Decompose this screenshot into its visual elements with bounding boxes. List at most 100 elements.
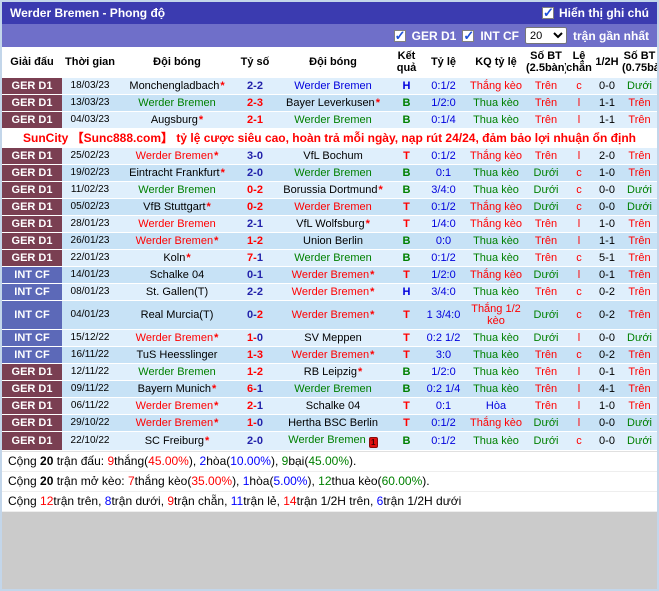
odds-result: Thua kèo <box>466 250 526 267</box>
ad-banner-row[interactable]: SunCity 【Sunc888.com】 tỷ lệ cược siêu ca… <box>2 129 657 148</box>
match-result: B <box>392 250 421 267</box>
handicap-odds: 0:1 <box>421 165 466 182</box>
odds-result: Thua kèo <box>466 347 526 364</box>
column-header: Thời gian <box>62 47 118 78</box>
away-score: 2 <box>257 309 263 321</box>
team-name: Werder Bremen <box>294 114 371 126</box>
parity-odd-even: c <box>566 284 592 301</box>
goals-over-under-0-75: Trên <box>622 284 657 301</box>
favorite-star-icon: * <box>358 366 362 378</box>
favorite-star-icon: * <box>186 252 190 264</box>
filter-ger-d1-label: GER D1 <box>412 29 457 43</box>
away-score: 0 <box>257 332 263 344</box>
show-notes-label: Hiển thị ghi chú <box>559 6 649 20</box>
match-count-select[interactable]: 20 <box>525 27 567 44</box>
goals-over-under-0-75: Trên <box>622 250 657 267</box>
favorite-star-icon: * <box>376 97 380 109</box>
league-badge: GER D1 <box>2 148 62 165</box>
summary-segment: 35.00% <box>191 474 232 488</box>
handicap-odds: 0:1/4 <box>421 112 466 129</box>
match-row: GER D126/01/23Werder Bremen*1-2Union Ber… <box>2 233 657 250</box>
handicap-odds: 0:1/2 <box>421 250 466 267</box>
summary-segment: hòa( <box>249 474 273 488</box>
summary-segment: 12 <box>40 494 53 508</box>
summary-segment: trận 1/2H trên, <box>297 494 377 508</box>
home-team: Eintracht Frankfurt* <box>118 165 236 182</box>
score: 2-2 <box>236 284 274 301</box>
odds-result: Thua kèo <box>466 165 526 182</box>
favorite-star-icon: * <box>207 201 211 213</box>
parity-odd-even: c <box>566 432 592 451</box>
summary-segment: trận chẵn, <box>174 494 231 508</box>
match-date: 05/02/23 <box>62 199 118 216</box>
parity-odd-even: l <box>566 95 592 112</box>
favorite-star-icon: * <box>214 150 218 162</box>
league-badge: GER D1 <box>2 398 62 415</box>
match-result: B <box>392 364 421 381</box>
match-result: H <box>392 78 421 95</box>
half-time-score: 0-0 <box>592 330 622 347</box>
filter-int-cf-checkbox[interactable] <box>462 30 474 42</box>
team-name: Hertha BSC Berlin <box>288 417 378 429</box>
filter-ger-d1-checkbox[interactable] <box>394 30 406 42</box>
favorite-star-icon: * <box>214 332 218 344</box>
goals-over-under-2-5: Dưới <box>526 182 566 199</box>
team-name: Borussia Dortmund <box>283 184 377 196</box>
goals-over-under-2-5: Trên <box>526 95 566 112</box>
summary-segment: trận dưới, <box>111 494 167 508</box>
summary-segment: 14 <box>283 494 296 508</box>
goals-over-under-2-5: Trên <box>526 381 566 398</box>
score: 6-1 <box>236 381 274 398</box>
summary-segment: Cộng <box>8 474 40 488</box>
home-team: Werder Bremen* <box>118 398 236 415</box>
odds-result: Thua kèo <box>466 381 526 398</box>
odds-result: Thắng kèo <box>466 415 526 432</box>
score: 2-0 <box>236 165 274 182</box>
team-name: Monchengladbach <box>129 80 219 92</box>
team-name: Werder Bremen <box>138 184 215 196</box>
handicap-odds: 3/4:0 <box>421 284 466 301</box>
match-row: GER D122/10/22SC Freiburg*2-0Werder Brem… <box>2 432 657 451</box>
match-date: 22/01/23 <box>62 250 118 267</box>
summary-segment: 11 <box>231 494 243 508</box>
handicap-odds: 3:0 <box>421 347 466 364</box>
match-date: 19/02/23 <box>62 165 118 182</box>
summary-segment: trận 1/2H dưới <box>383 494 461 508</box>
team-name: VfL Bochum <box>303 150 363 162</box>
away-score: 0 <box>257 417 263 429</box>
summary-segment: ). <box>349 454 356 468</box>
team-name: TuS Heesslinger <box>137 349 218 361</box>
match-date: 29/10/22 <box>62 415 118 432</box>
parity-odd-even: l <box>566 233 592 250</box>
favorite-star-icon: * <box>199 114 203 126</box>
match-result: T <box>392 347 421 364</box>
goals-over-under-2-5: Dưới <box>526 165 566 182</box>
score: 1-2 <box>236 233 274 250</box>
summary-segment: 12 <box>318 474 331 488</box>
away-team: VfL Bochum <box>274 148 392 165</box>
favorite-star-icon: * <box>366 218 370 230</box>
team-name: Werder Bremen <box>136 400 213 412</box>
odds-result: Thắng 1/2 kèo <box>466 301 526 330</box>
match-row: GER D112/11/22Werder Bremen1-2RB Leipzig… <box>2 364 657 381</box>
match-result: T <box>392 216 421 233</box>
handicap-odds: 1/2:0 <box>421 95 466 112</box>
away-score: 1 <box>257 252 263 264</box>
match-row: GER D106/11/22Werder Bremen*2-1Schalke 0… <box>2 398 657 415</box>
team-name: VfL Wolfsburg <box>296 218 364 230</box>
matches-table: Giải đấuThời gianĐội bóngTỷ sốĐội bóngKế… <box>2 47 657 451</box>
odds-result: Thắng kèo <box>466 78 526 95</box>
show-notes-checkbox[interactable] <box>542 7 554 19</box>
show-notes-toggle[interactable]: Hiển thị ghi chú <box>542 6 649 20</box>
goals-over-under-2-5: Dưới <box>526 432 566 451</box>
half-time-score: 1-0 <box>592 398 622 415</box>
summary-segment: 5.00% <box>273 474 307 488</box>
match-date: 14/01/23 <box>62 267 118 284</box>
handicap-odds: 1/2:0 <box>421 364 466 381</box>
goals-over-under-2-5: Trên <box>526 148 566 165</box>
ad-banner-text[interactable]: SunCity 【Sunc888.com】 tỷ lệ cược siêu ca… <box>2 129 657 148</box>
parity-odd-even: l <box>566 364 592 381</box>
match-row: GER D119/02/23Eintracht Frankfurt*2-0Wer… <box>2 165 657 182</box>
goals-over-under-2-5: Trên <box>526 216 566 233</box>
goals-over-under-0-75: Trên <box>622 216 657 233</box>
